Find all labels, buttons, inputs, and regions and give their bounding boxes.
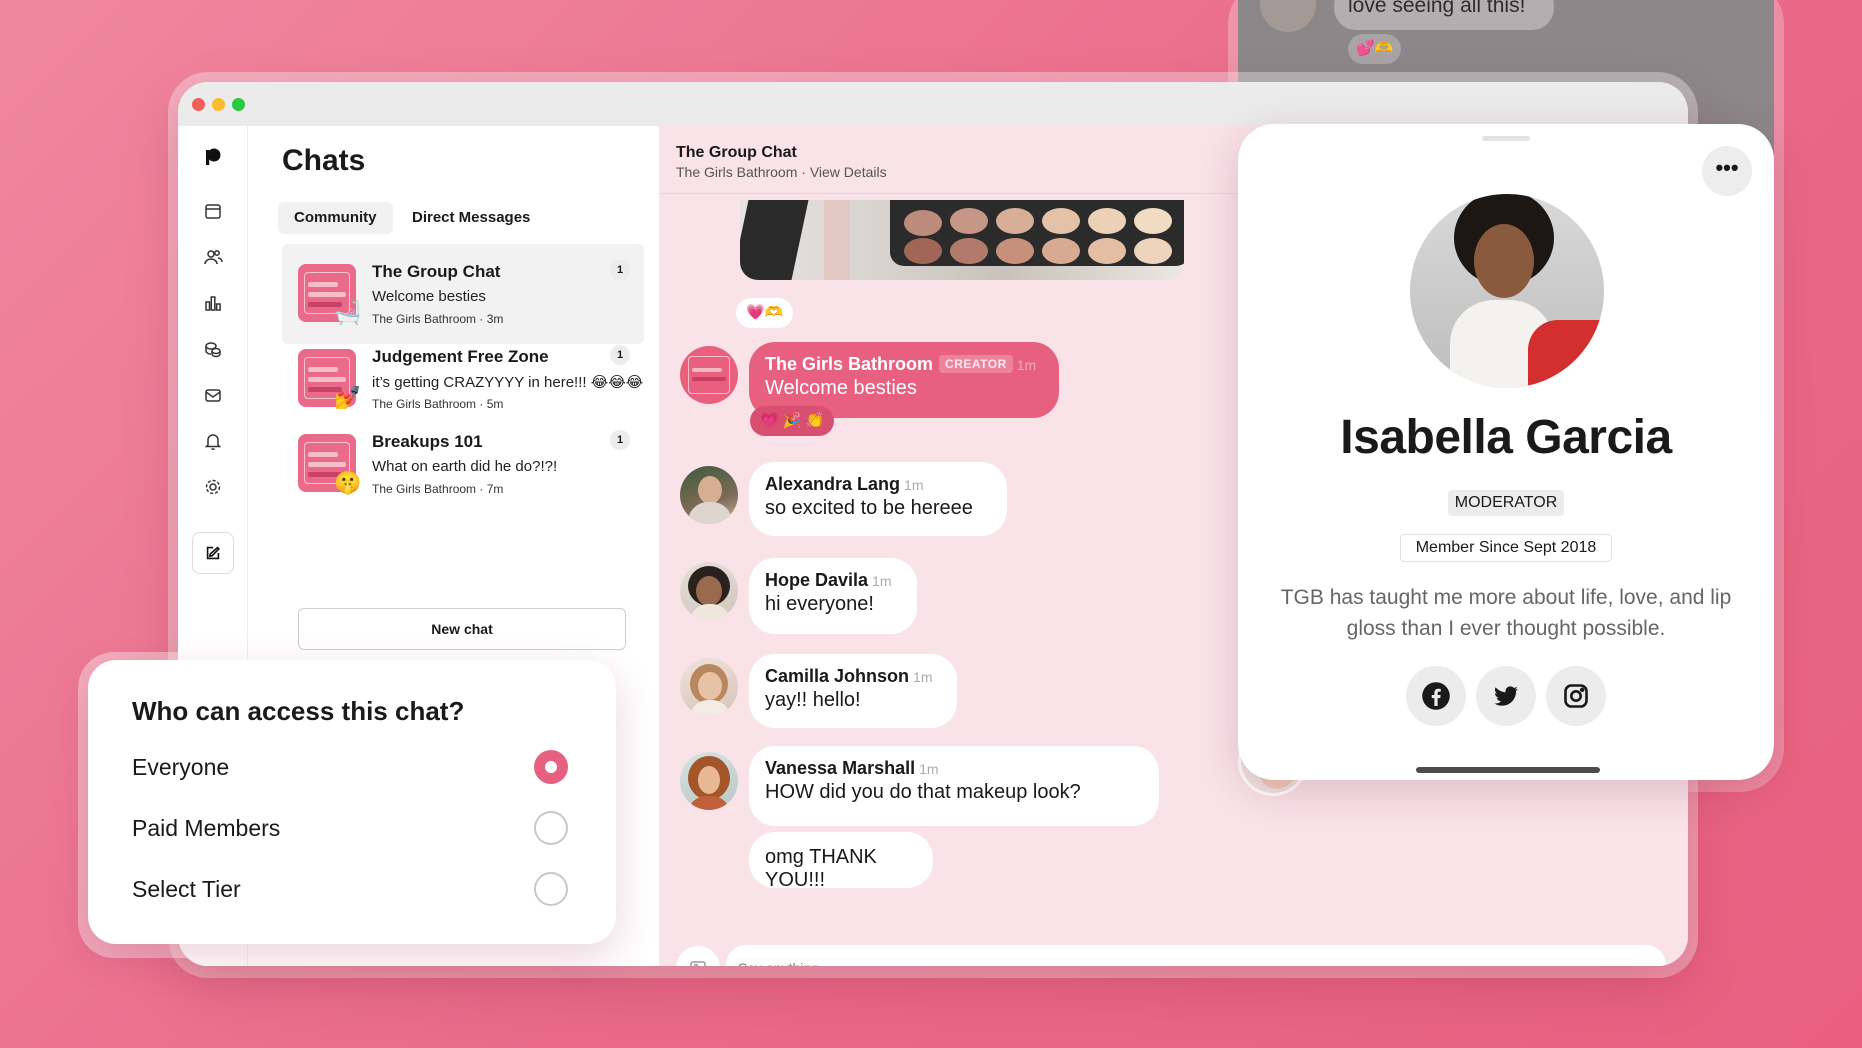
option-label[interactable]: Paid Members [132,815,280,842]
message-input[interactable]: Say anything... [726,945,1666,966]
message-text: HOW did you do that makeup look? [765,781,1081,803]
chat-meta: The Girls Bathroom · 7m [372,482,504,496]
message-bubble: love seeing all this! [1334,0,1554,30]
conversation-subtitle[interactable]: The Girls Bathroom · View Details [676,164,887,180]
instagram-button[interactable] [1546,666,1606,726]
reaction-pill[interactable]: 💗 🎉 👏 [750,406,835,436]
sender-name: Camilla Johnson [765,666,910,686]
unread-badge: 1 [610,345,630,365]
chat-list-item[interactable]: 🤫 Breakups 101 What on earth did he do?!… [282,414,644,514]
profile-photo [1410,194,1604,388]
message-time: 1m [872,573,892,589]
message-time: 1m [919,761,939,777]
mail-icon[interactable] [200,382,226,408]
message-text: omg THANK YOU!!! [765,846,877,891]
member-since: Member Since Sept 2018 [1400,534,1612,562]
profile-bio: TGB has taught me more about life, love,… [1280,586,1732,640]
creator-badge: CREATOR [939,355,1013,373]
message-text: yay!! hello! [765,689,861,711]
minimize-window-button[interactable] [212,98,225,111]
instagram-icon [1564,684,1588,708]
patreon-logo-icon[interactable] [200,144,226,170]
gear-icon[interactable] [200,474,226,500]
profile-name: Isabella Garcia [1340,411,1672,464]
compose-button[interactable] [192,532,234,574]
compose-icon [206,546,220,560]
chat-emoji: 🛁 [334,300,362,325]
sender-name: Hope Davila [765,570,869,590]
sheet-grabber[interactable] [1482,136,1530,141]
chat-meta: The Girls Bathroom · 3m [372,312,504,326]
image-icon [690,961,706,966]
chat-name: Judgement Free Zone [372,347,549,366]
message-bubble: omg THANK YOU!!! [749,832,933,891]
home-indicator [1416,767,1600,773]
chat-preview: What on earth did he do?!?! [372,458,558,475]
sender-name: Vanessa Marshall [765,758,916,778]
message-time: 1m [913,669,933,685]
access-title: Who can access this chat? [132,696,465,726]
access-popover: Who can access this chat? Everyone Paid … [88,660,616,944]
avatar [680,752,738,810]
message-time: 1m [904,477,924,493]
attach-image-button[interactable] [676,946,720,966]
sender-name: The Girls Bathroom [765,354,934,374]
chat-name: Breakups 101 [372,432,483,451]
more-options-button[interactable]: ••• [1702,146,1752,196]
facebook-button[interactable] [1406,666,1466,726]
bell-icon[interactable] [200,428,226,454]
shared-image[interactable] [740,200,1184,280]
page-title: Chats [282,144,366,177]
twitter-button[interactable] [1476,666,1536,726]
message-time: 1m [1016,357,1037,373]
radio-select-tier[interactable] [534,872,568,906]
reaction-pill[interactable]: 💕🫶 [1348,34,1402,64]
people-icon[interactable] [200,244,226,270]
coins-icon[interactable] [200,336,226,362]
chat-preview: Welcome besties [372,288,486,305]
chat-emoji: 🤫 [334,470,362,495]
maximize-window-button[interactable] [232,98,245,111]
chat-name: The Group Chat [372,262,501,281]
message-bubble: Camilla Johnson 1m yay!! hello! [749,654,957,728]
chat-meta: The Girls Bathroom · 5m [372,397,504,411]
reaction-pill[interactable]: 💗🫶 [736,298,794,328]
message-bubble: Vanessa Marshall 1m HOW did you do that m… [749,746,1159,826]
creator-avatar [680,346,738,404]
close-window-button[interactable] [192,98,205,111]
chat-preview: it’s getting CRAZYYYY in here!!! 😂😂😂 [372,374,644,391]
unread-badge: 1 [610,430,630,450]
unread-badge: 1 [610,260,630,280]
chart-icon[interactable] [200,290,226,316]
avatar [1260,0,1316,32]
message-bubble: Hope Davila 1m hi everyone! [749,558,917,634]
conversation-title: The Group Chat [676,144,797,161]
message-text: love seeing all this! [1348,0,1526,17]
message-text: Welcome besties [765,377,917,399]
avatar [680,562,738,620]
facebook-icon [1422,682,1450,710]
message-text: so excited to be hereee [765,497,973,519]
profile-card: ••• Isabella Garcia MODERATOR Member Sin… [1238,124,1774,780]
role-badge: MODERATOR [1448,490,1564,516]
avatar [680,658,738,716]
new-chat-button[interactable]: New chat [298,608,626,650]
radio-everyone[interactable] [534,750,568,784]
calendar-icon[interactable] [200,198,226,224]
option-label[interactable]: Select Tier [132,876,241,903]
option-label[interactable]: Everyone [132,754,229,781]
avatar [680,466,738,524]
sender-name: Alexandra Lang [765,474,901,494]
title-bar [178,82,1688,126]
tab-community[interactable]: Community [278,202,393,234]
tab-direct-messages[interactable]: Direct Messages [396,202,546,234]
chat-emoji: 💅 [334,385,362,410]
message-text: hi everyone! [765,593,874,615]
message-bubble: Alexandra Lang 1m so excited to be hereee [749,462,1007,536]
radio-paid-members[interactable] [534,811,568,845]
twitter-icon [1494,686,1518,706]
